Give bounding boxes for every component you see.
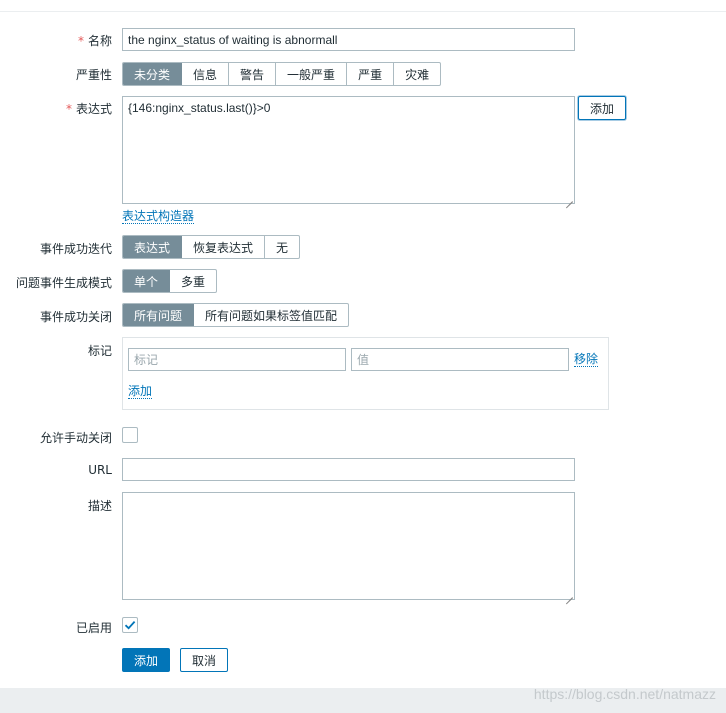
severity-option-average[interactable]: 一般严重	[276, 63, 348, 85]
ok-event-generation-selector[interactable]: 表达式 恢复表达式 无	[122, 235, 301, 259]
ok-event-option-expression[interactable]: 表达式	[123, 236, 183, 258]
expression-textarea[interactable]: {146:nginx_status.last()}>0	[122, 96, 575, 204]
tag-value-input[interactable]: 值	[351, 348, 569, 371]
ok-event-option-recovery-expression[interactable]: 恢复表达式	[182, 236, 266, 258]
enabled-checkbox[interactable]	[122, 617, 138, 633]
name-label: * 名称	[77, 34, 112, 48]
allow-manual-close-label: 允许手动关闭	[39, 431, 112, 445]
severity-option-disaster[interactable]: 灾难	[394, 63, 440, 85]
tag-value-placeholder: 值	[357, 353, 370, 367]
url-label: URL	[88, 463, 112, 477]
ok-event-option-none[interactable]: 无	[265, 236, 299, 258]
resize-grip-icon[interactable]	[565, 194, 573, 202]
tag-name-input[interactable]: 标记	[128, 348, 346, 371]
severity-label: 严重性	[75, 68, 112, 82]
problem-mode-option-single[interactable]: 单个	[123, 270, 171, 292]
watermark-text: https://blog.csdn.net/natmazz	[533, 686, 716, 702]
name-input[interactable]: the nginx_status of waiting is abnormall	[122, 28, 575, 51]
ok-close-option-all-problems[interactable]: 所有问题	[123, 304, 195, 326]
resize-grip-icon[interactable]	[565, 590, 573, 598]
top-divider	[0, 0, 726, 12]
ok-event-generation-label: 事件成功迭代	[39, 242, 112, 256]
severity-option-high[interactable]: 严重	[347, 63, 395, 85]
severity-option-not-classified[interactable]: 未分类	[123, 63, 183, 85]
problem-generation-mode-label: 问题事件生成模式	[15, 276, 112, 290]
required-marker: *	[65, 102, 72, 116]
problem-mode-option-multiple[interactable]: 多重	[170, 270, 216, 292]
submit-add-button[interactable]: 添加	[122, 648, 170, 672]
checkmark-icon	[124, 620, 136, 630]
description-textarea[interactable]	[122, 492, 575, 600]
tags-label: 标记	[87, 344, 112, 358]
expression-label: * 表达式	[65, 102, 112, 116]
expression-builder-link[interactable]: 表达式构造器	[122, 209, 195, 224]
expression-add-button[interactable]: 添加	[578, 96, 626, 120]
enabled-label: 已启用	[75, 621, 112, 635]
description-label: 描述	[87, 499, 112, 513]
ok-event-closes-selector[interactable]: 所有问题 所有问题如果标签值匹配	[122, 303, 350, 327]
expression-value: {146:nginx_status.last()}>0	[128, 101, 271, 115]
url-input[interactable]	[122, 458, 575, 481]
tag-name-placeholder: 标记	[134, 353, 159, 367]
tag-remove-link[interactable]: 移除	[574, 352, 599, 367]
ok-close-option-tag-match[interactable]: 所有问题如果标签值匹配	[194, 304, 348, 326]
severity-option-warning[interactable]: 警告	[229, 63, 277, 85]
severity-option-information[interactable]: 信息	[182, 63, 230, 85]
tag-add-link[interactable]: 添加	[128, 384, 153, 399]
severity-selector[interactable]: 未分类 信息 警告 一般严重 严重 灾难	[122, 62, 442, 86]
ok-event-closes-label: 事件成功关闭	[39, 310, 112, 324]
cancel-button[interactable]: 取消	[180, 648, 228, 672]
problem-generation-mode-selector[interactable]: 单个 多重	[122, 269, 218, 293]
allow-manual-close-checkbox[interactable]	[122, 427, 138, 443]
required-marker: *	[77, 34, 84, 48]
name-input-value: the nginx_status of waiting is abnormall	[128, 32, 338, 47]
